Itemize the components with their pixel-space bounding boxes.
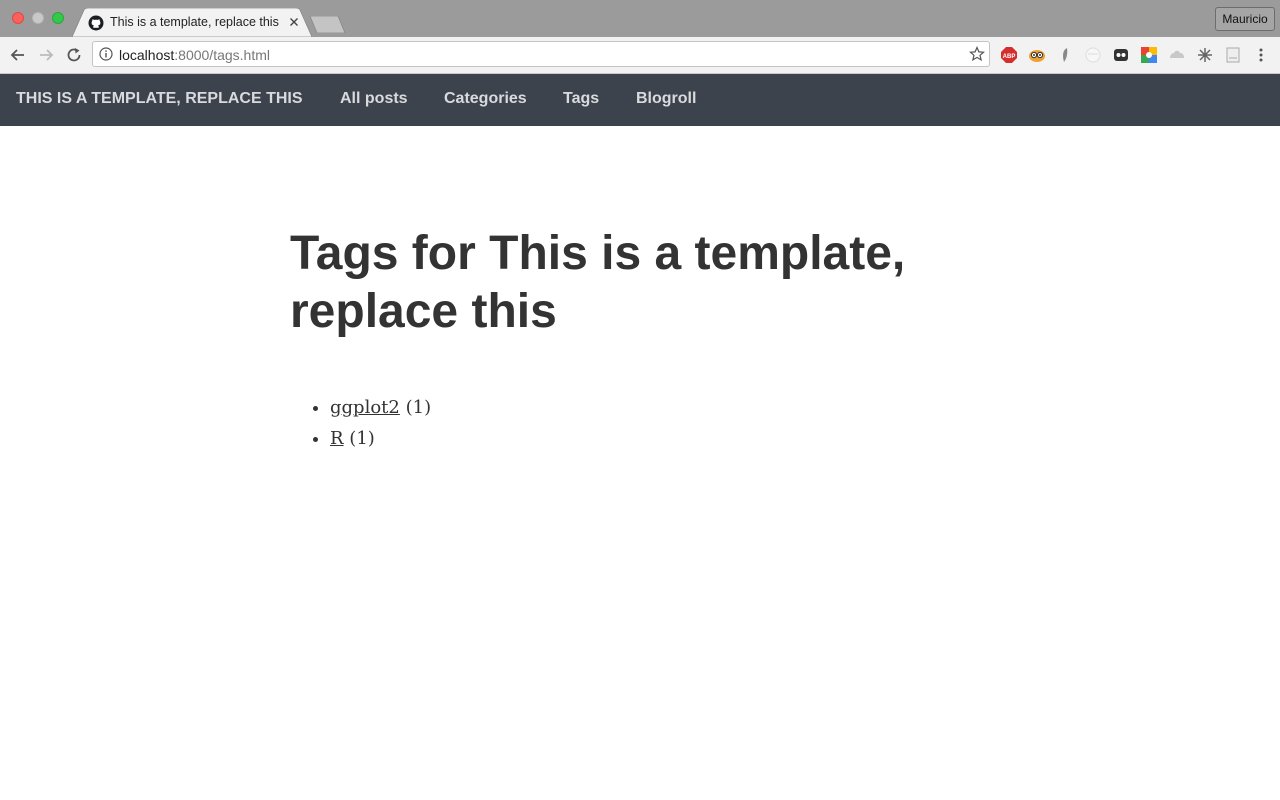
site-navbar: THIS IS A TEMPLATE, REPLACE THIS All pos… bbox=[0, 74, 1280, 126]
forward-arrow-icon[interactable] bbox=[36, 45, 56, 65]
tag-link-ggplot2[interactable]: ggplot2 bbox=[330, 397, 400, 418]
sparkle-icon[interactable] bbox=[1196, 46, 1214, 64]
svg-text:ABP: ABP bbox=[1003, 54, 1016, 60]
nav-link-all-posts[interactable]: All posts bbox=[340, 90, 408, 108]
address-bar[interactable]: localhost:8000/tags.html bbox=[92, 41, 990, 67]
page-title: Tags for This is a template, replace thi… bbox=[290, 227, 906, 338]
reload-icon[interactable] bbox=[64, 45, 84, 65]
url-text: localhost:8000/tags.html bbox=[119, 47, 270, 63]
minimize-window-button[interactable] bbox=[32, 12, 44, 24]
menu-dots-icon[interactable] bbox=[1252, 46, 1270, 64]
ghost-icon[interactable] bbox=[1112, 46, 1130, 64]
tag-list-item: ggplot2 (1) bbox=[330, 392, 431, 423]
browser-toolbar: localhost:8000/tags.html ABP bbox=[0, 37, 1280, 74]
site-brand-link[interactable]: THIS IS A TEMPLATE, REPLACE THIS bbox=[16, 90, 303, 108]
tag-link-r[interactable]: R bbox=[330, 428, 344, 449]
back-arrow-icon[interactable] bbox=[8, 45, 28, 65]
nav-link-blogroll[interactable]: Blogroll bbox=[636, 90, 696, 108]
profile-button[interactable]: Mauricio bbox=[1215, 7, 1275, 31]
nav-link-tags[interactable]: Tags bbox=[563, 90, 599, 108]
tab-title: This is a template, replace this bbox=[110, 15, 279, 29]
browser-tab-active[interactable]: This is a template, replace this bbox=[72, 8, 312, 37]
url-path: :8000/tags.html bbox=[174, 47, 270, 63]
github-icon bbox=[88, 15, 104, 31]
tag-list: ggplot2 (1) R (1) bbox=[290, 392, 431, 454]
close-tab-icon[interactable] bbox=[287, 15, 301, 29]
google-icon[interactable] bbox=[1140, 46, 1158, 64]
close-window-button[interactable] bbox=[12, 12, 24, 24]
bookmark-star-icon[interactable] bbox=[968, 45, 986, 62]
nav-link-categories[interactable]: Categories bbox=[444, 90, 527, 108]
drive-icon[interactable] bbox=[1168, 46, 1186, 64]
tag-count: (1) bbox=[349, 428, 375, 449]
new-tab-button[interactable] bbox=[309, 15, 346, 34]
tag-list-item: R (1) bbox=[330, 423, 431, 454]
adblock-icon[interactable]: ABP bbox=[1000, 46, 1018, 64]
browser-titlebar: This is a template, replace this Maurici… bbox=[0, 0, 1280, 37]
maximize-window-button[interactable] bbox=[52, 12, 64, 24]
owl-icon[interactable] bbox=[1028, 46, 1046, 64]
url-host: localhost bbox=[119, 47, 175, 63]
page-icon[interactable] bbox=[1224, 46, 1242, 64]
bird-icon[interactable] bbox=[1056, 46, 1074, 64]
blank-circle-icon[interactable] bbox=[1084, 46, 1102, 64]
info-icon[interactable] bbox=[99, 47, 113, 61]
tag-count: (1) bbox=[405, 397, 432, 418]
